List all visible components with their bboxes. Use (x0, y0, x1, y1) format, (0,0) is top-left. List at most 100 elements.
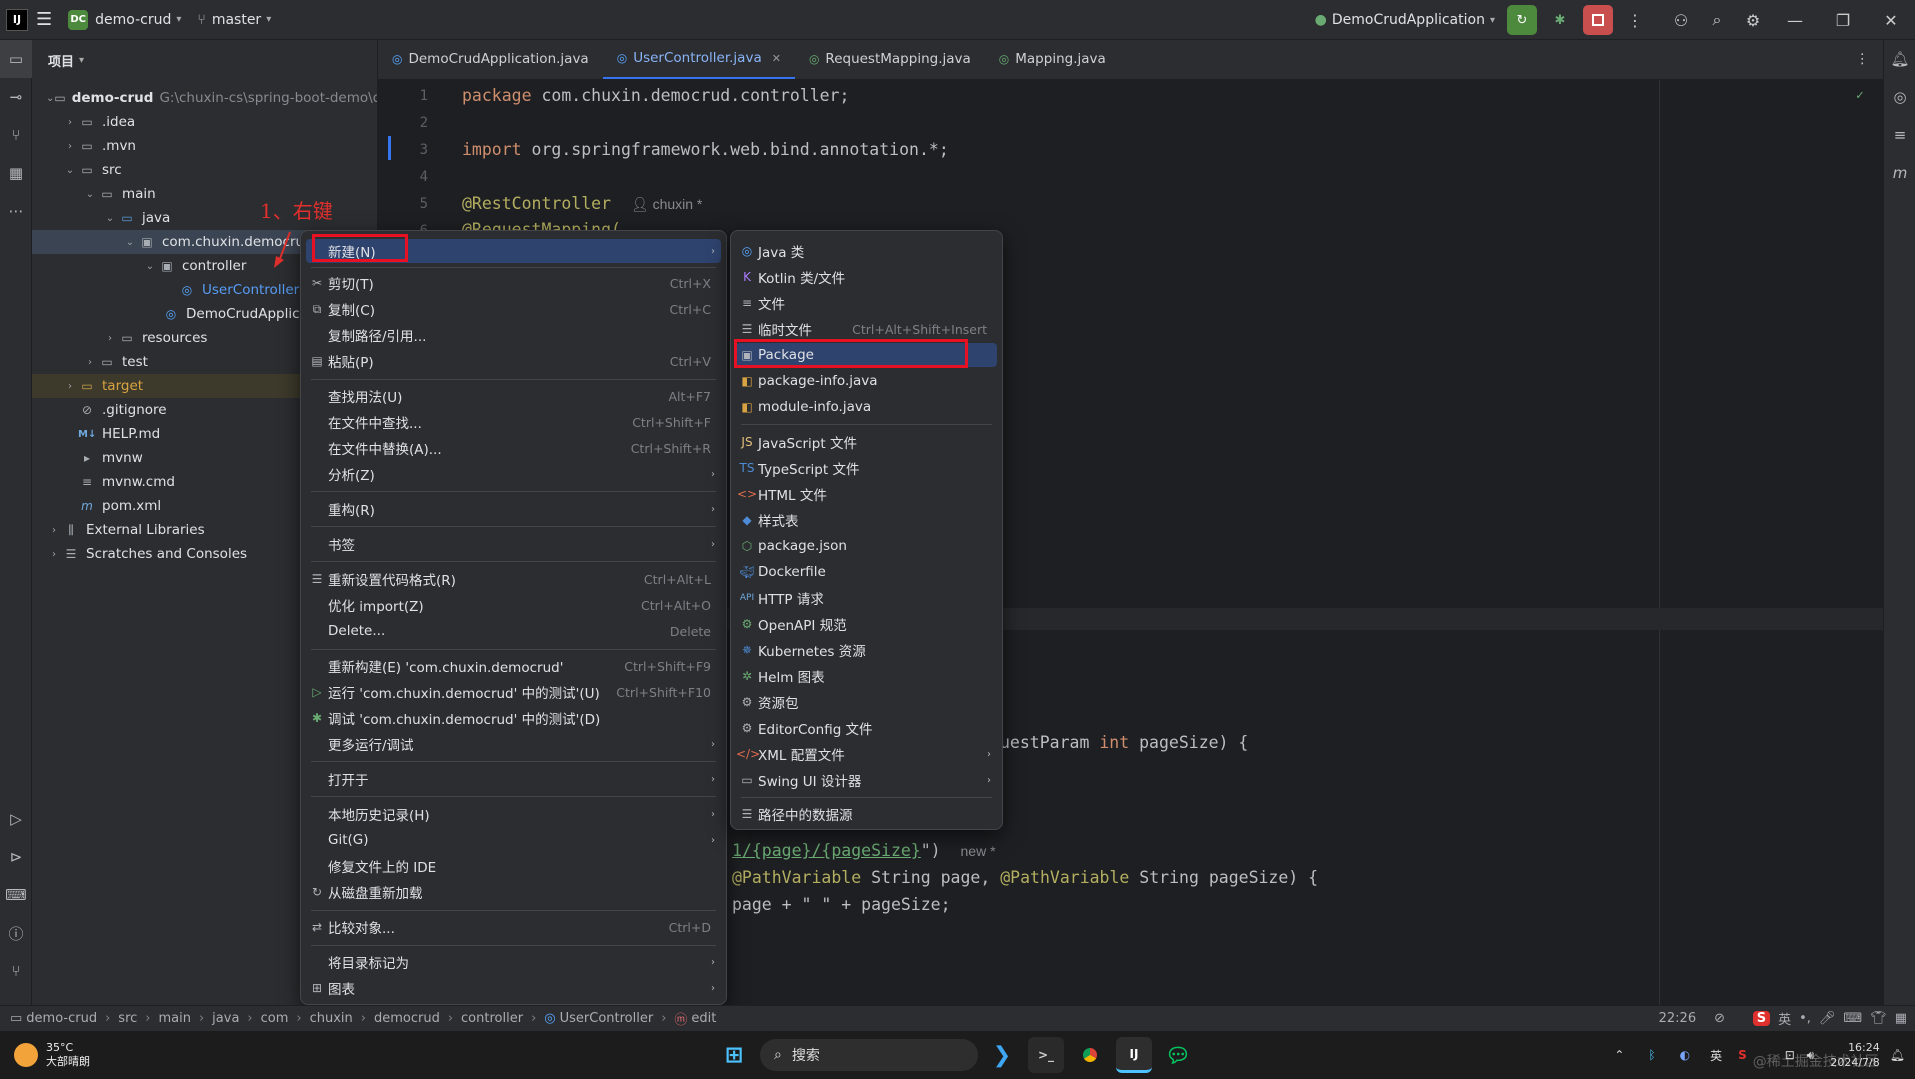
pull-requests-icon[interactable]: ⑂ (0, 116, 32, 154)
chevron-up-icon[interactable]: ⌃ (1614, 1048, 1624, 1062)
notifications-icon[interactable]: 🔔︎ (1884, 40, 1915, 78)
ai-assistant-icon[interactable]: ◎ (1884, 78, 1915, 116)
menu-item-bookmarks[interactable]: 书签 › (306, 532, 721, 556)
breadcrumb-item[interactable]: democrud (374, 1011, 440, 1026)
wechat-icon[interactable]: 💬︎ (1160, 1037, 1196, 1073)
tree-node-idea[interactable]: › ▭ .idea (32, 110, 377, 134)
copilot-icon[interactable]: ◐ (1680, 1048, 1690, 1062)
menu-item-analyze[interactable]: 分析(Z) › (306, 462, 721, 486)
menu-item-reload-from-disk[interactable]: ↻ 从磁盘重新加载 (306, 880, 721, 904)
cursor-position[interactable]: 22:26 (1659, 1011, 1696, 1026)
inspection-ok-icon[interactable]: ✓ (1856, 88, 1864, 103)
menu-item-paste[interactable]: ▤ 粘贴(P) Ctrl+V (306, 349, 721, 373)
breadcrumb-item[interactable]: edit (691, 1011, 716, 1026)
submenu-typescript[interactable]: TS TypeScript 文件 (736, 456, 997, 480)
problems-icon[interactable]: ⓘ (0, 914, 32, 952)
menu-item-delete[interactable]: Delete... Delete (306, 619, 721, 643)
submenu-package-json[interactable]: ⬡ package.json (736, 534, 997, 558)
menu-item-copy-path[interactable]: 复制路径/引用... (306, 323, 721, 347)
breadcrumb-item[interactable]: main (158, 1011, 190, 1026)
terminal-icon[interactable]: ⌨ (0, 876, 32, 914)
terminal-icon[interactable]: >_ (1028, 1037, 1064, 1073)
punctuation-icon[interactable]: •, (1799, 1011, 1811, 1026)
submenu-kubernetes[interactable]: ✵ Kubernetes 资源 (736, 638, 997, 662)
tray-lang[interactable]: 英 (1710, 1047, 1722, 1064)
stop-button[interactable] (1583, 5, 1613, 35)
menu-item-run-tests[interactable]: ▷ 运行 'com.chuxin.democrud' 中的测试'(U) Ctrl+S… (306, 680, 721, 704)
submenu-module-info[interactable]: ◧ module-info.java (736, 395, 997, 419)
close-window-button[interactable]: ✕ (1867, 0, 1915, 40)
menu-item-copy[interactable]: ⧉ 复制(C) Ctrl+C (306, 297, 721, 321)
sogou-tray-icon[interactable]: S (1738, 1048, 1747, 1062)
panel-header[interactable]: 项目 ▾ (32, 40, 377, 80)
menu-item-repair-ide[interactable]: 修复文件上的 IDE (306, 854, 721, 878)
menu-item-optimize-imports[interactable]: 优化 import(Z) Ctrl+Alt+O (306, 593, 721, 617)
taskbar-search[interactable]: ⌕ 搜索 (760, 1039, 978, 1071)
submenu-scratch-file[interactable]: ☰ 临时文件 Ctrl+Alt+Shift+Insert (736, 317, 997, 341)
menu-item-refactor[interactable]: 重构(R) › (306, 497, 721, 521)
tab-requestmapping[interactable]: ◎ RequestMapping.java (795, 39, 985, 79)
skin-icon[interactable]: 👕︎ (1870, 1011, 1887, 1026)
debug-button[interactable]: ✱ (1545, 5, 1575, 35)
add-user-icon[interactable]: ⚇ (1663, 0, 1699, 40)
tree-node-src[interactable]: ⌄ ▭ src (32, 158, 377, 182)
submenu-stylesheet[interactable]: ◆ 样式表 (736, 508, 997, 532)
windows-start-icon[interactable]: ⊞ (716, 1037, 752, 1073)
menu-item-find-in-files[interactable]: 在文件中查找... Ctrl+Shift+F (306, 410, 721, 434)
menu-item-find-usages[interactable]: 查找用法(U) Alt+F7 (306, 384, 721, 408)
tab-democrudapplication[interactable]: ◎ DemoCrudApplication.java (378, 39, 603, 79)
submenu-javascript[interactable]: JS JavaScript 文件 (736, 430, 997, 454)
keyboard-icon[interactable]: ⌨ (1843, 1011, 1862, 1026)
submenu-resource-bundle[interactable]: ⚙ 资源包 (736, 690, 997, 714)
submenu-data-source[interactable]: ☰ 路径中的数据源 (736, 802, 997, 826)
menu-item-cut[interactable]: ✂ 剪切(T) Ctrl+X (306, 271, 721, 295)
submenu-file[interactable]: ≡ 文件 (736, 291, 997, 315)
intellij-icon[interactable]: IJ (1116, 1037, 1152, 1073)
menu-item-debug-tests[interactable]: ✱ 调试 'com.chuxin.democrud' 中的测试'(D) (306, 706, 721, 730)
breadcrumb-item[interactable]: UserController (560, 1011, 654, 1026)
breadcrumb-item[interactable]: demo-crud (26, 1011, 97, 1026)
main-menu-button[interactable]: ☰ (28, 0, 60, 40)
menu-item-mark-directory[interactable]: 将目录标记为 › (306, 950, 721, 974)
menu-item-more-run[interactable]: 更多运行/调试 › (306, 732, 721, 756)
more-icon[interactable]: ⋮ (1617, 0, 1653, 40)
breadcrumb-item[interactable]: src (118, 1011, 137, 1026)
toolbox-icon[interactable]: ▦ (1895, 1011, 1907, 1026)
tree-node-root[interactable]: ⌄ ▭ demo-crud G:\chuxin-cs\spring-boot-de… (32, 86, 377, 110)
commit-icon[interactable]: ⊸ (0, 78, 32, 116)
menu-item-rebuild[interactable]: 重新构建(E) 'com.chuxin.democrud' Ctrl+Shift+… (306, 654, 721, 678)
weather-widget[interactable]: 35°C 大部晴朗 (14, 1041, 90, 1069)
tab-usercontroller[interactable]: ◎ UserController.java ✕ (602, 39, 795, 79)
git-icon[interactable]: ⑂ (0, 952, 32, 990)
intellij-logo-icon[interactable]: IJ (6, 8, 28, 31)
menu-item-git[interactable]: Git(G) › (306, 828, 721, 852)
submenu-package-info[interactable]: ◧ package-info.java (736, 369, 997, 393)
vscode-icon[interactable]: ❯ (984, 1037, 1020, 1073)
menu-item-reformat[interactable]: ☰ 重新设置代码格式(R) Ctrl+Alt+L (306, 567, 721, 591)
more-tools-icon[interactable]: ⋯ (0, 192, 32, 230)
ime-lang[interactable]: 英 (1778, 1009, 1791, 1028)
readonly-icon[interactable]: ⊘ (1714, 1011, 1725, 1026)
submenu-swing-ui[interactable]: ▭ Swing UI 设计器 › (736, 768, 997, 792)
menu-item-open-in[interactable]: 打开于 › (306, 767, 721, 791)
close-icon[interactable]: ✕ (772, 52, 781, 65)
run-config-selector[interactable]: ● DemoCrudApplication ▾ (1307, 0, 1503, 40)
submenu-kotlin[interactable]: K Kotlin 类/文件 (736, 265, 997, 289)
bluetooth-icon[interactable]: ᛒ (1648, 1048, 1655, 1062)
minimize-button[interactable]: — (1771, 0, 1819, 40)
microphone-icon[interactable]: 🎤︎ (1819, 1011, 1836, 1026)
tab-options-icon[interactable]: ⋮ (1842, 39, 1884, 79)
submenu-dockerfile[interactable]: 🐳︎ Dockerfile (736, 560, 997, 584)
submenu-helm[interactable]: ✲ Helm 图表 (736, 664, 997, 688)
menu-item-compare-with[interactable]: ⇄ 比较对象... Ctrl+D (306, 915, 721, 939)
menu-item-diagrams[interactable]: ⊞ 图表 › (306, 976, 721, 1000)
submenu-html[interactable]: <> HTML 文件 (736, 482, 997, 506)
notification-bell-icon[interactable]: 🔔︎ (1890, 1048, 1905, 1062)
submenu-xml-config[interactable]: </> XML 配置文件 › (736, 742, 997, 766)
chrome-icon[interactable] (1072, 1037, 1108, 1073)
maven-icon[interactable]: m (1884, 154, 1915, 192)
breadcrumb-item[interactable]: chuxin (310, 1011, 353, 1026)
search-icon[interactable]: ⌕ (1699, 0, 1735, 40)
maximize-button[interactable]: ❐ (1819, 0, 1867, 40)
branch-switcher[interactable]: ⑂ master ▾ (189, 0, 279, 40)
